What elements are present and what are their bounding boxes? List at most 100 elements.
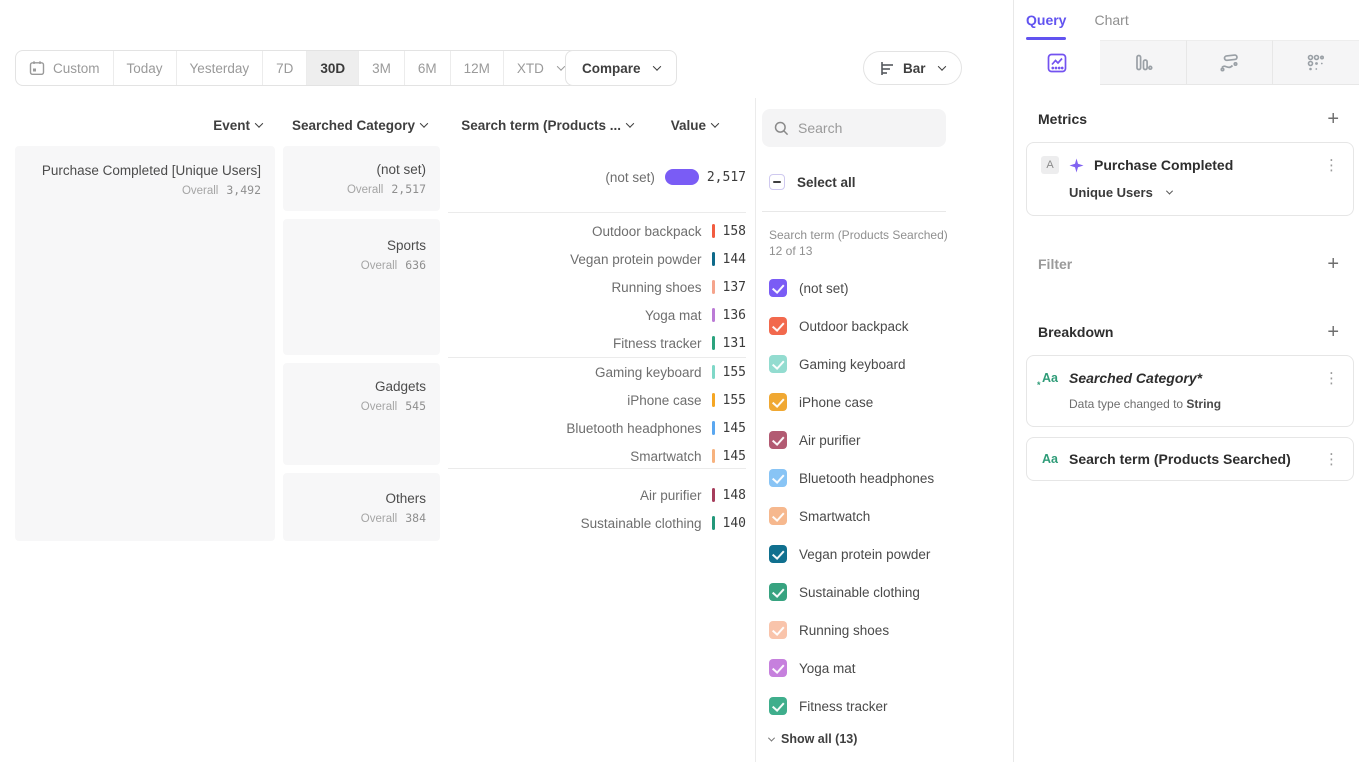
panel-divider xyxy=(755,98,756,762)
indeterminate-checkbox[interactable] xyxy=(769,174,785,190)
select-all-row[interactable]: Select all xyxy=(769,174,856,190)
kebab-menu-icon[interactable]: ⋮ xyxy=(1324,371,1339,385)
category-cell-sports[interactable]: Sports Overall636 xyxy=(283,219,440,355)
table-row[interactable]: Fitness tracker131 xyxy=(448,329,746,357)
calendar-icon xyxy=(29,60,45,76)
event-cell[interactable]: Purchase Completed [Unique Users] Overal… xyxy=(15,146,275,541)
date-range-12m[interactable]: 12M xyxy=(450,51,503,85)
filter-item[interactable]: (not set) xyxy=(769,269,999,307)
event-spark-icon xyxy=(1069,158,1084,173)
value-bar xyxy=(712,488,715,502)
insights-report-app: Custom Today Yesterday 7D 30D 3M 6M 12M … xyxy=(0,0,1359,762)
column-header-value[interactable]: Value xyxy=(600,116,718,134)
filter-item[interactable]: iPhone case xyxy=(769,383,999,421)
report-tab-funnels[interactable] xyxy=(1100,40,1186,85)
filter-item[interactable]: Bluetooth headphones xyxy=(769,459,999,497)
metric-card[interactable]: A Purchase Completed ⋮ Unique Users xyxy=(1026,142,1354,216)
filter-item[interactable]: Air purifier xyxy=(769,421,999,459)
table-row[interactable]: Outdoor backpack158 xyxy=(448,217,746,245)
value-bar xyxy=(712,393,715,407)
metric-aggregation[interactable]: Unique Users xyxy=(1069,185,1339,200)
metric-letter-badge: A xyxy=(1041,156,1059,174)
string-property-icon: Aa* xyxy=(1041,369,1059,387)
report-tab-flows[interactable] xyxy=(1186,40,1273,85)
filter-item[interactable]: Outdoor backpack xyxy=(769,307,999,345)
checkbox[interactable] xyxy=(769,393,787,411)
filter-header: Filter + xyxy=(1038,254,1339,274)
group-divider xyxy=(448,212,746,213)
filter-section-label: Search term (Products Searched) 12 of 13 xyxy=(769,227,949,259)
search-icon xyxy=(774,121,789,136)
group-divider xyxy=(448,468,746,469)
checkbox[interactable] xyxy=(769,583,787,601)
checkbox[interactable] xyxy=(769,279,787,297)
checkbox[interactable] xyxy=(769,317,787,335)
table-row[interactable]: Yoga mat136 xyxy=(448,301,746,329)
table-row[interactable]: (not set) 2,517 xyxy=(448,163,746,191)
breakdown-name: Search term (Products Searched) xyxy=(1069,451,1314,467)
filter-item[interactable]: Fitness tracker xyxy=(769,687,999,725)
filter-item[interactable]: Running shoes xyxy=(769,611,999,649)
filter-item[interactable]: Smartwatch xyxy=(769,497,999,535)
search-input[interactable] xyxy=(798,120,928,136)
column-header-event[interactable]: Event xyxy=(15,116,262,134)
checkbox[interactable] xyxy=(769,507,787,525)
chevron-down-icon xyxy=(255,119,263,127)
breakdown-card[interactable]: Aa Search term (Products Searched) ⋮ xyxy=(1026,437,1354,481)
column-header-searched-category[interactable]: Searched Category xyxy=(283,116,427,134)
table-row[interactable]: iPhone case155 xyxy=(448,386,746,414)
compare-button[interactable]: Compare xyxy=(565,50,677,86)
date-range-6m[interactable]: 6M xyxy=(404,51,450,85)
tab-chart[interactable]: Chart xyxy=(1094,12,1128,40)
chevron-down-icon xyxy=(1166,188,1173,195)
filter-item[interactable]: Yoga mat xyxy=(769,649,999,687)
chevron-down-icon xyxy=(557,62,565,70)
add-breakdown-button[interactable]: + xyxy=(1327,322,1339,342)
tab-query[interactable]: Query xyxy=(1026,12,1066,40)
table-row[interactable]: Vegan protein powder144 xyxy=(448,245,746,273)
breakdown-note: Data type changed to String xyxy=(1069,397,1339,411)
filter-item[interactable]: Sustainable clothing xyxy=(769,573,999,611)
kebab-menu-icon[interactable]: ⋮ xyxy=(1324,452,1339,466)
table-row[interactable]: Gaming keyboard155 xyxy=(448,358,746,386)
category-cell-not-set[interactable]: (not set) Overall2,517 xyxy=(283,146,440,211)
table-row[interactable]: Running shoes137 xyxy=(448,273,746,301)
checkbox[interactable] xyxy=(769,621,787,639)
filter-item[interactable]: Gaming keyboard xyxy=(769,345,999,383)
report-tab-retention[interactable] xyxy=(1272,40,1359,85)
breakdown-card[interactable]: Aa* Searched Category* ⋮ Data type chang… xyxy=(1026,355,1354,427)
date-range-yesterday[interactable]: Yesterday xyxy=(176,51,263,85)
filter-item[interactable]: Vegan protein powder xyxy=(769,535,999,573)
table-row[interactable]: Bluetooth headphones145 xyxy=(448,414,746,442)
table-row[interactable]: Sustainable clothing140 xyxy=(448,509,746,537)
kebab-menu-icon[interactable]: ⋮ xyxy=(1324,158,1339,172)
date-range-label: Custom xyxy=(53,61,100,76)
category-cell-others[interactable]: Others Overall384 xyxy=(283,473,440,541)
flows-icon xyxy=(1218,52,1240,74)
value-bar xyxy=(712,252,715,266)
category-cell-gadgets[interactable]: Gadgets Overall545 xyxy=(283,363,440,465)
add-filter-button[interactable]: + xyxy=(1327,254,1339,274)
checkbox[interactable] xyxy=(769,355,787,373)
search-box[interactable] xyxy=(762,109,946,147)
checkbox[interactable] xyxy=(769,697,787,715)
checkbox[interactable] xyxy=(769,469,787,487)
date-range-custom[interactable]: Custom xyxy=(16,51,113,85)
show-all-button[interactable]: Show all (13) xyxy=(769,732,857,746)
add-metric-button[interactable]: + xyxy=(1327,109,1339,129)
checkbox[interactable] xyxy=(769,431,787,449)
checkbox[interactable] xyxy=(769,545,787,563)
chart-type-button[interactable]: Bar xyxy=(863,51,962,85)
event-overall: Overall3,492 xyxy=(182,183,261,197)
table-row[interactable]: Air purifier148 xyxy=(448,481,746,509)
event-name: Purchase Completed [Unique Users] xyxy=(42,162,261,180)
report-tab-insights[interactable] xyxy=(1014,40,1100,85)
date-range-7d[interactable]: 7D xyxy=(262,51,306,85)
checkbox[interactable] xyxy=(769,659,787,677)
date-range-30d-selected[interactable]: 30D xyxy=(306,51,358,85)
value-bar xyxy=(712,365,715,379)
table-row[interactable]: Smartwatch145 xyxy=(448,442,746,470)
date-range-3m[interactable]: 3M xyxy=(358,51,404,85)
breakdown-header: Breakdown + xyxy=(1038,322,1339,342)
date-range-today[interactable]: Today xyxy=(113,51,176,85)
